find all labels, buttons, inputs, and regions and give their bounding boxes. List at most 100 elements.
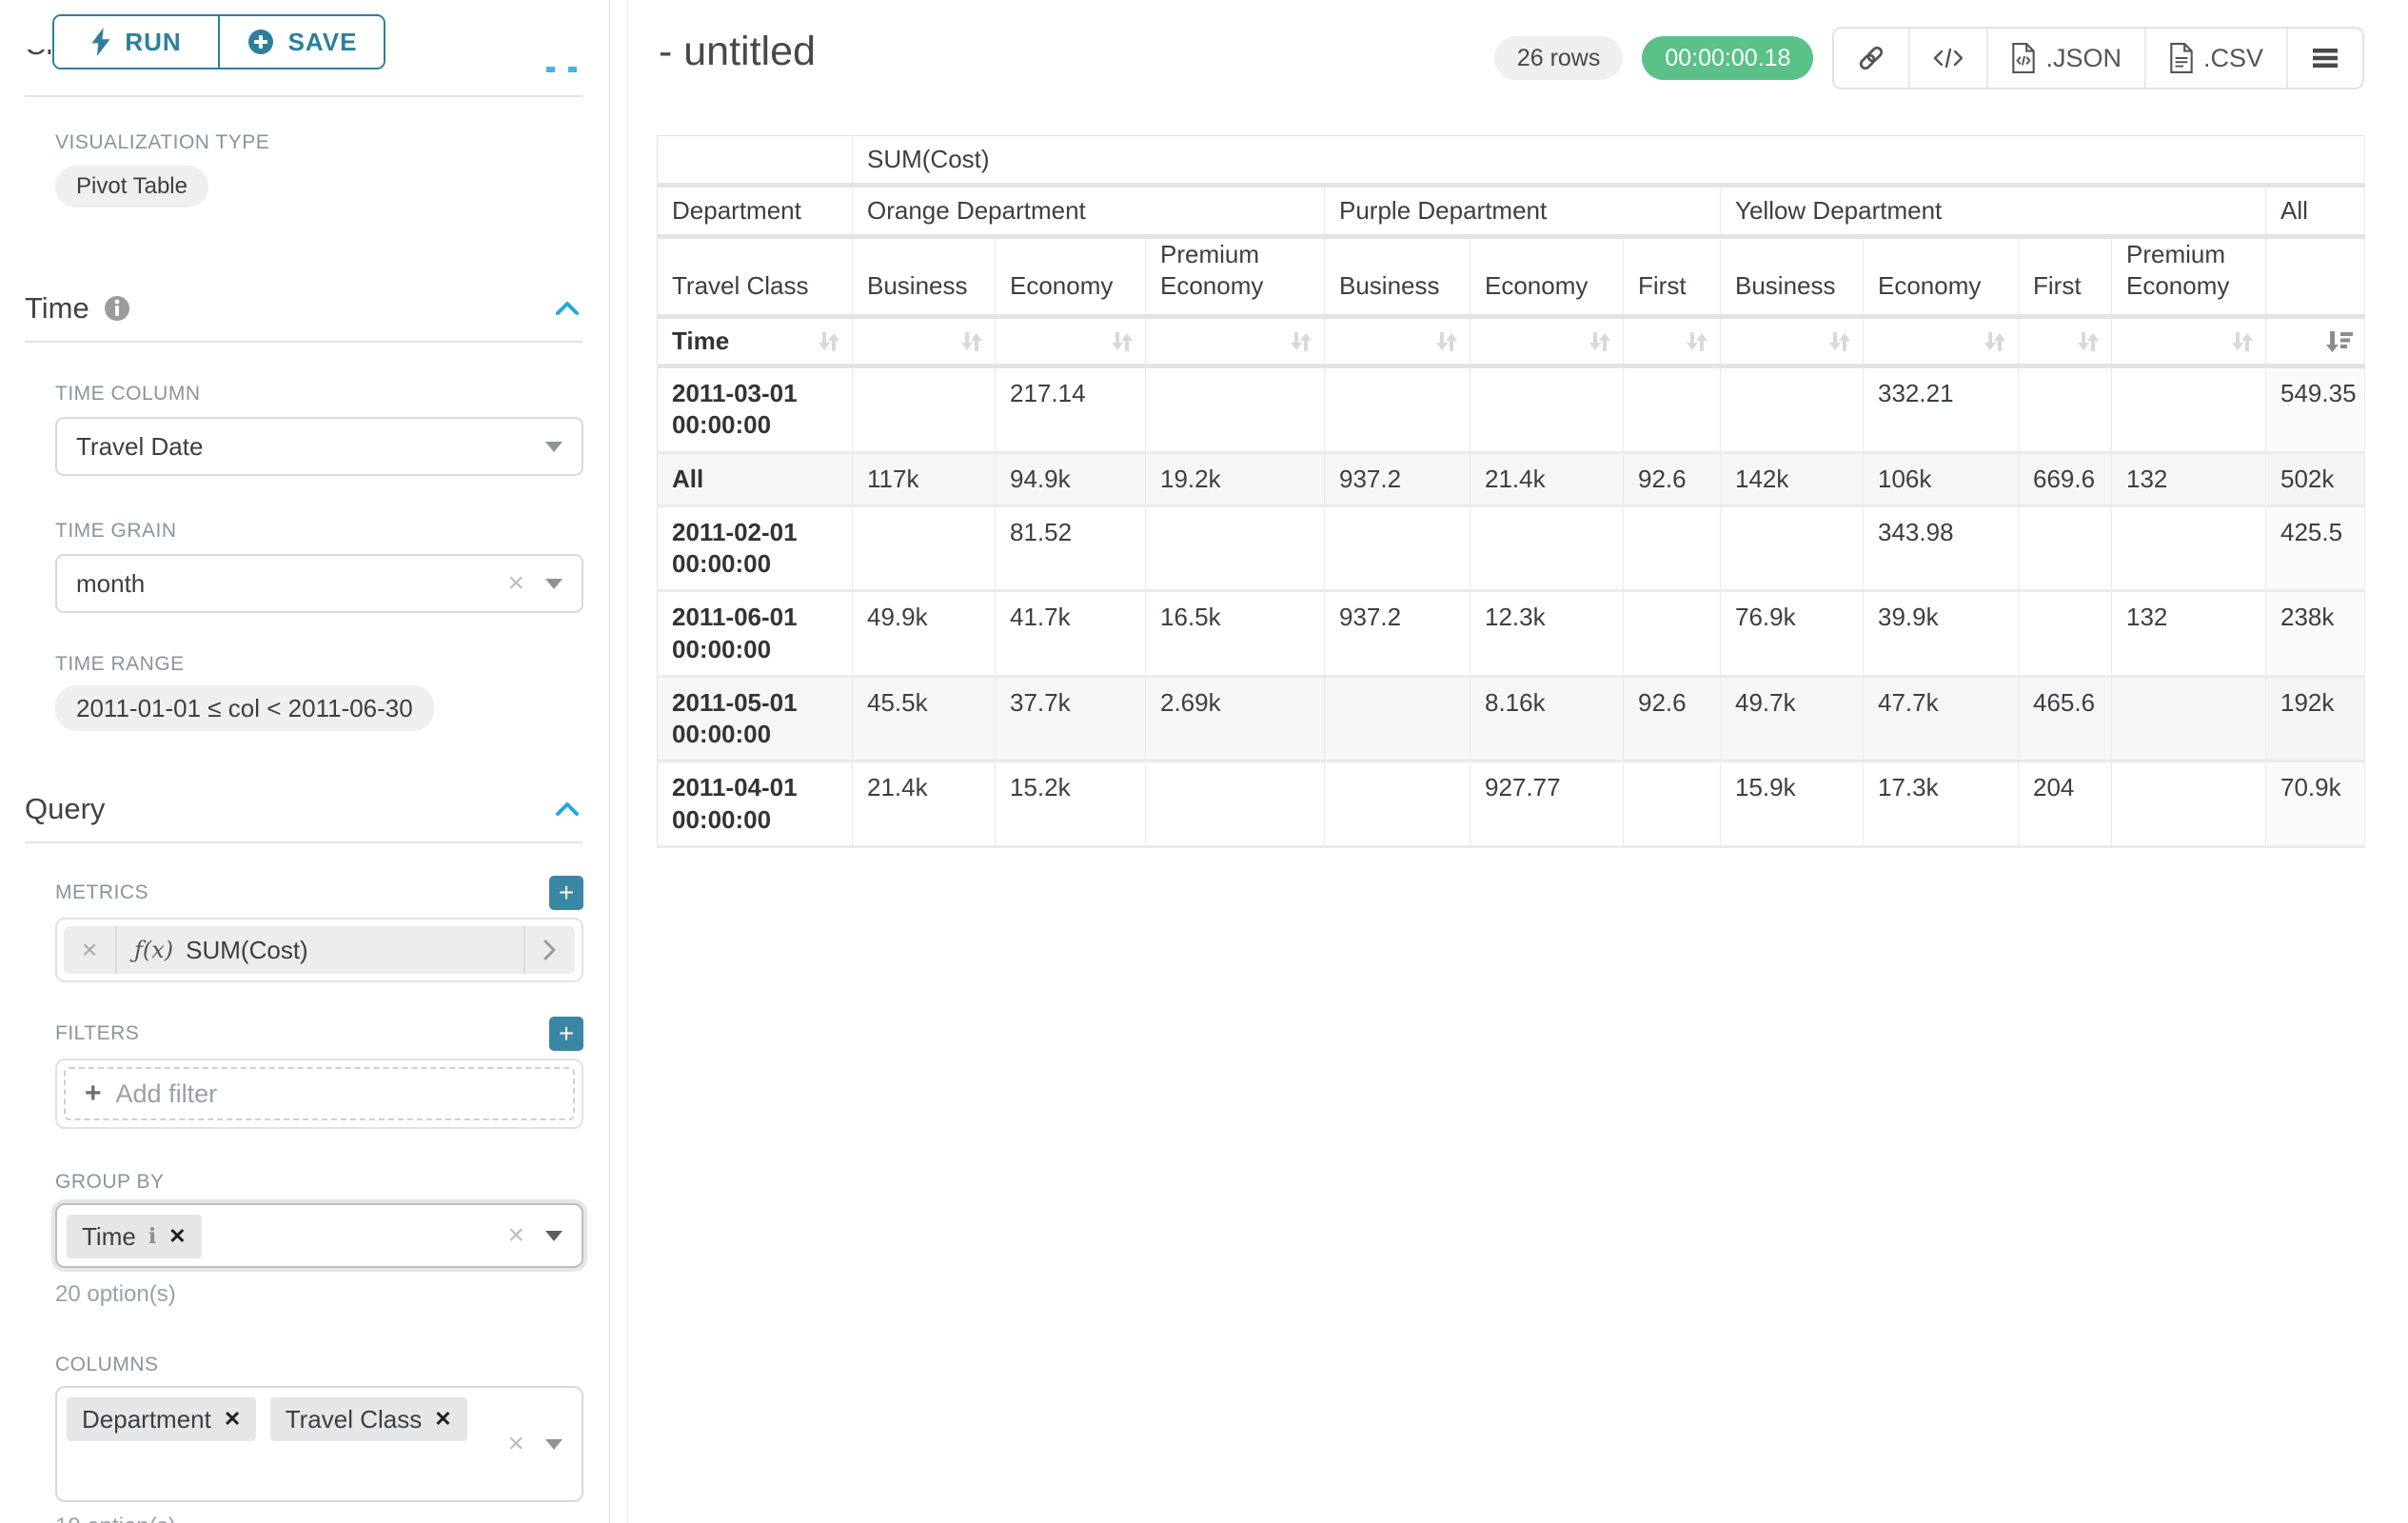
pivot-cell: 669.6 (2019, 452, 2112, 505)
pivot-cell: 49.7k (1721, 676, 1864, 762)
col-header: Premium Economy (2112, 237, 2266, 317)
info-circle-icon (103, 294, 131, 323)
info-icon: i (148, 1224, 156, 1249)
pivot-cell: 8.16k (1470, 676, 1624, 762)
sort-updown-icon[interactable] (2227, 328, 2256, 355)
clear-x-icon[interactable]: × (507, 1430, 524, 1458)
col-header: Economy (996, 237, 1146, 317)
sort-updown-icon[interactable] (1286, 328, 1314, 355)
pivot-cell: 45.5k (853, 676, 996, 762)
pivot-cell (1325, 505, 1470, 591)
viz-type-label: VISUALIZATION TYPE (55, 131, 583, 154)
pivot-cell: 132 (2112, 452, 2266, 505)
sort-updown-icon[interactable] (1431, 328, 1460, 355)
group-by-select[interactable]: Time i ✕ × (55, 1203, 583, 1268)
export-json-button[interactable]: .JSON (1988, 29, 2146, 88)
sort-header-cell (1864, 317, 2019, 366)
clear-x-icon[interactable]: × (507, 1221, 524, 1250)
pivot-cell (1721, 505, 1864, 591)
viz-type-pill[interactable]: Pivot Table (55, 166, 208, 208)
pivot-cell (1325, 676, 1470, 762)
pivot-cell: 106k (1864, 452, 2019, 505)
sort-updown-icon[interactable] (1107, 328, 1135, 355)
sort-updown-icon[interactable] (1585, 328, 1613, 355)
sort-descending-icon[interactable] (2324, 328, 2355, 355)
pivot-cell (1325, 762, 1470, 847)
sort-updown-icon[interactable] (1825, 328, 1853, 355)
time-grain-select[interactable]: month × (55, 554, 583, 613)
pivot-table: SUM(Cost)DepartmentOrange DepartmentPurp… (657, 135, 2365, 848)
run-button[interactable]: RUN (54, 16, 220, 68)
chart-title[interactable]: - untitled (659, 29, 816, 75)
time-column-select[interactable]: Travel Date (55, 417, 583, 476)
group-by-tag-time[interactable]: Time i ✕ (67, 1215, 202, 1258)
permalink-button[interactable] (1834, 29, 1910, 88)
query-timer-badge: 00:00:00.18 (1642, 36, 1813, 80)
add-filter-button[interactable]: + Add filter (64, 1067, 575, 1120)
sort-updown-icon[interactable] (957, 328, 985, 355)
chart-header-actions: 26 rows 00:00:00.18 .JSON (1494, 27, 2364, 89)
pivot-cell (1325, 366, 1470, 453)
pivot-cell: 21.4k (1470, 452, 1624, 505)
table-row: All117k94.9k19.2k937.221.4k92.6142k106k6… (658, 452, 2365, 505)
plus-icon: + (85, 1078, 102, 1110)
pivot-cell (1624, 366, 1721, 453)
fx-icon: ƒ(x) (134, 937, 173, 963)
link-icon (1857, 44, 1885, 72)
sort-updown-icon[interactable] (1980, 328, 2008, 355)
remove-tag-icon[interactable]: ✕ (434, 1407, 451, 1432)
csv-file-icon (2169, 43, 2194, 73)
row-label: 2011-04-01 00:00:00 (658, 762, 853, 847)
more-options-button[interactable] (2288, 29, 2362, 88)
table-row: 2011-03-01 00:00:00217.14332.21549.35 (658, 366, 2365, 453)
row-dimension-label: Department (658, 186, 853, 237)
view-query-button[interactable] (1910, 29, 1988, 88)
pivot-cell: 37.7k (996, 676, 1146, 762)
col-header: Business (853, 237, 996, 317)
pivot-table-container: SUM(Cost)DepartmentOrange DepartmentPurp… (657, 135, 2365, 848)
close-x-icon[interactable]: × (64, 926, 117, 974)
sort-header-cell (1624, 317, 1721, 366)
col-header (2266, 237, 2365, 317)
caret-down-icon (545, 1231, 563, 1241)
caret-down-icon (545, 442, 563, 452)
sort-updown-icon[interactable] (1682, 328, 1710, 355)
add-metric-button[interactable]: + (549, 876, 583, 910)
bolt-icon (90, 28, 111, 56)
pivot-cell: 19.2k (1146, 452, 1325, 505)
pivot-cell: 16.5k (1146, 591, 1325, 677)
pivot-cell: 927.77 (1470, 762, 1624, 847)
remove-tag-icon[interactable]: ✕ (224, 1407, 241, 1432)
chevron-up-icon[interactable] (554, 800, 581, 819)
table-row: 2011-05-01 00:00:0045.5k37.7k2.69k8.16k9… (658, 676, 2365, 762)
chevron-right-icon[interactable] (523, 926, 575, 974)
table-row: 2011-04-01 00:00:0021.4k15.2k927.7715.9k… (658, 762, 2365, 847)
time-range-pill[interactable]: 2011-01-01 ≤ col < 2011-06-30 (55, 685, 434, 731)
pivot-cell: 425.5 (2266, 505, 2365, 591)
save-button[interactable]: SAVE (220, 16, 384, 68)
pivot-cell (1146, 505, 1325, 591)
table-row: 2011-02-01 00:00:0081.52343.98425.5 (658, 505, 2365, 591)
pivot-cell: 343.98 (1864, 505, 2019, 591)
columns-tag-department[interactable]: Department ✕ (67, 1397, 256, 1441)
sort-updown-icon[interactable] (814, 328, 842, 355)
pivot-cell: 204 (2019, 762, 2112, 847)
remove-tag-icon[interactable]: ✕ (168, 1224, 186, 1249)
divider (25, 95, 582, 97)
columns-select[interactable]: Department ✕ Travel Class ✕ × (55, 1386, 583, 1502)
sort-updown-icon[interactable] (2073, 328, 2102, 355)
clear-x-icon[interactable]: × (507, 569, 524, 598)
metric-header: SUM(Cost) (853, 136, 2365, 186)
col-group-header: Orange Department (853, 186, 1325, 237)
columns-label: COLUMNS (55, 1354, 583, 1376)
chevron-up-icon[interactable] (554, 299, 581, 318)
metric-pill[interactable]: × ƒ(x) SUM(Cost) (64, 926, 575, 974)
col-header: Premium Economy (1146, 237, 1325, 317)
columns-tag-travel-class[interactable]: Travel Class ✕ (270, 1397, 467, 1441)
panel-resize-gutter[interactable] (627, 0, 628, 1523)
export-csv-button[interactable]: .CSV (2146, 29, 2288, 88)
sort-header-cell (1470, 317, 1624, 366)
add-filter-plus-button[interactable]: + (549, 1017, 583, 1051)
sort-header-cell (1146, 317, 1325, 366)
pivot-cell (1721, 366, 1864, 453)
